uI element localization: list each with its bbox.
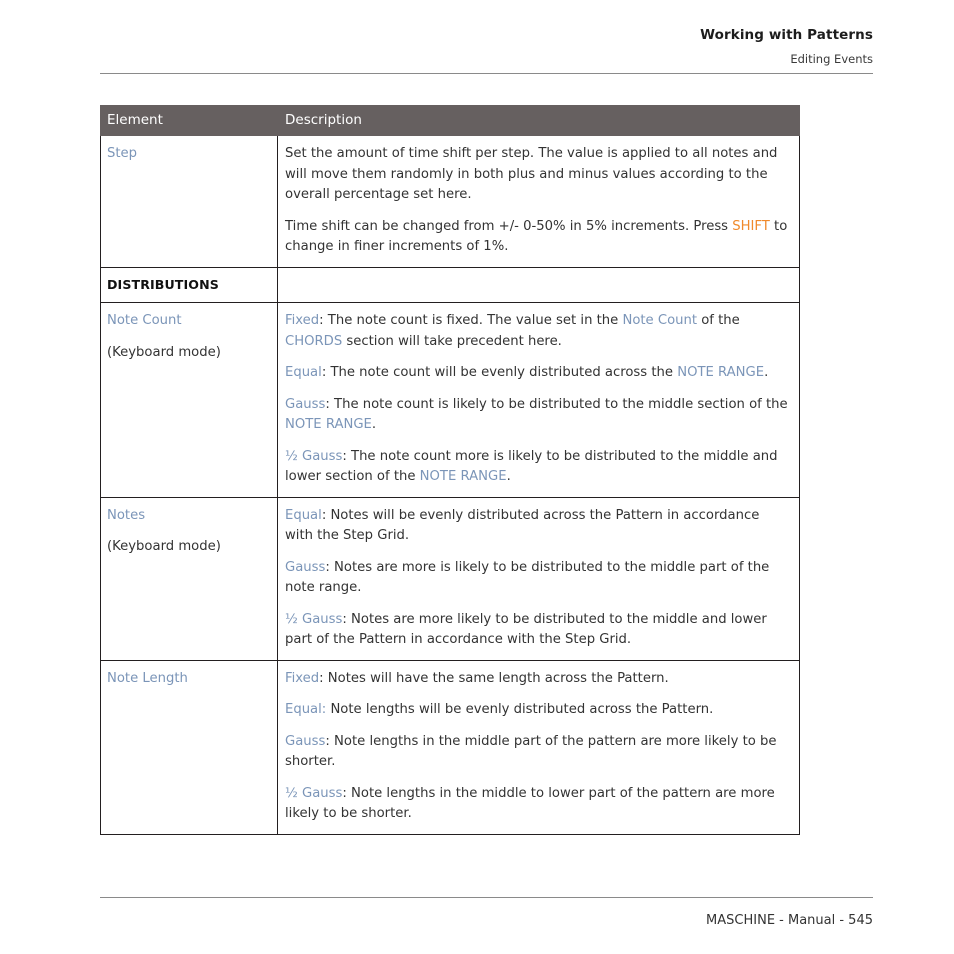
description-paragraph: Gauss: Note lengths in the middle part o… [285, 732, 790, 773]
table-row: Notes (Keyboard mode) Equal: Notes will be… [100, 496, 800, 661]
table-header-row: Element Description [100, 105, 800, 136]
running-header-subtitle: Editing Events [790, 52, 873, 66]
description-paragraph: ½ Gauss: Note lengths in the middle to l… [285, 784, 790, 825]
description-cell: Set the amount of time shift per step. T… [278, 136, 799, 267]
page-footer: MASCHINE - Manual - 545 [706, 913, 873, 928]
element-name[interactable]: Note Length [107, 669, 269, 690]
element-mode-note: (Keyboard mode) [107, 344, 221, 360]
table-row: Note Length Fixed: Notes will have the sa… [100, 659, 800, 835]
inline-text: . [506, 469, 511, 484]
description-paragraph: ½ Gauss: Notes are more likely to be dis… [285, 610, 790, 651]
inline-link[interactable]: ½ Gauss [285, 612, 342, 627]
description-cell: Equal: Notes will be evenly distributed … [278, 498, 799, 660]
table-section-row: DISTRIBUTIONS [100, 266, 800, 303]
inline-link[interactable]: Fixed [285, 671, 319, 686]
column-header-description: Description [277, 105, 800, 136]
inline-link[interactable]: Equal [285, 508, 322, 523]
footer-divider [100, 897, 873, 898]
inline-text: : Note lengths in the middle to lower pa… [285, 785, 775, 822]
inline-link[interactable]: ½ Gauss [285, 786, 342, 801]
description-paragraph: Equal: Notes will be evenly distributed … [285, 506, 790, 547]
inline-text: Time shift can be changed from +/- 0-50%… [285, 218, 733, 234]
inline-text: . [371, 417, 377, 432]
element-mode-note: (Keyboard mode) [107, 539, 221, 554]
description-paragraph: Gauss: Notes are more is likely to be di… [285, 558, 790, 599]
description-paragraph: Equal: The note count will be evenly dis… [285, 363, 790, 384]
element-cell: Note Length [101, 661, 277, 699]
inline-text: : The note count will be evenly distribu… [321, 365, 678, 380]
inline-link[interactable]: NOTE RANGE [677, 365, 764, 380]
element-cell: Step [101, 136, 277, 174]
description-paragraph: ½ Gauss: The note count more is likely t… [285, 447, 790, 488]
running-header: Working with Patterns Editing Events [100, 26, 873, 67]
inline-text: : Note lengths in the middle part of the… [285, 733, 777, 770]
table-row: Note Count (Keyboard mode) Fixed: The note… [100, 302, 800, 498]
inline-text: : The note count is likely to be distrib… [325, 396, 788, 412]
description-paragraph: Set the amount of time shift per step. T… [285, 144, 790, 206]
inline-text: . [764, 365, 769, 380]
inline-link[interactable]: Fixed [285, 313, 319, 328]
description-cell: Fixed: The note count is fixed. The valu… [278, 303, 799, 497]
element-description-table: Element Description Step Set the amount o… [100, 105, 800, 835]
key-label: SHIFT [732, 218, 770, 234]
table-row: Step Set the amount of time shift per ste… [100, 135, 800, 268]
header-divider [100, 73, 873, 74]
table-body: Step Set the amount of time shift per ste… [100, 135, 800, 835]
inline-text: : Notes are more likely to be distribute… [285, 611, 767, 648]
element-cell: Notes (Keyboard mode) [101, 498, 277, 567]
inline-link[interactable]: Note Count [622, 313, 697, 328]
inline-link[interactable]: NOTE RANGE [285, 417, 372, 432]
inline-text: Note lengths will be evenly distributed … [326, 702, 714, 717]
description-paragraph: Equal: Note lengths will be evenly distr… [285, 700, 790, 721]
inline-text: : Notes will be evenly distributed acros… [285, 507, 760, 544]
inline-text: of the [697, 313, 740, 328]
inline-link[interactable]: ½ Gauss [285, 449, 342, 464]
inline-text: Set the amount of time shift per step. T… [285, 146, 778, 202]
section-description-empty [278, 268, 799, 303]
inline-link[interactable]: Gauss [285, 397, 325, 412]
description-cell: Fixed: Notes will have the same length a… [278, 661, 799, 834]
inline-text: : Notes will have the same length across… [319, 670, 669, 686]
element-name[interactable]: Note Count [107, 311, 269, 332]
element-name[interactable]: Step [107, 144, 269, 165]
column-header-element: Element [100, 105, 278, 136]
description-paragraph: Gauss: The note count is likely to be di… [285, 395, 790, 436]
manual-page: Working with Patterns Editing Events Ele… [0, 0, 954, 954]
inline-text: : The note count is fixed. The value set… [319, 313, 623, 328]
inline-link[interactable]: Equal: [285, 702, 326, 717]
element-cell: Note Count (Keyboard mode) [101, 303, 277, 372]
inline-link[interactable]: CHORDS [285, 334, 342, 349]
inline-link[interactable]: Gauss [285, 560, 325, 575]
element-name[interactable]: Notes [107, 506, 269, 527]
inline-link[interactable]: Equal [285, 365, 322, 380]
running-header-title: Working with Patterns [700, 27, 873, 43]
description-paragraph: Time shift can be changed from +/- 0-50%… [285, 217, 790, 258]
inline-text: section will take precedent here. [342, 333, 562, 349]
inline-link[interactable]: NOTE RANGE [420, 469, 507, 484]
section-heading: DISTRIBUTIONS [107, 276, 219, 292]
inline-text: : The note count more is likely to be di… [285, 448, 778, 485]
inline-link[interactable]: Gauss [285, 734, 325, 749]
description-paragraph: Fixed: The note count is fixed. The valu… [285, 311, 790, 352]
inline-text: : Notes are more is likely to be distrib… [285, 559, 770, 596]
description-paragraph: Fixed: Notes will have the same length a… [285, 669, 790, 690]
